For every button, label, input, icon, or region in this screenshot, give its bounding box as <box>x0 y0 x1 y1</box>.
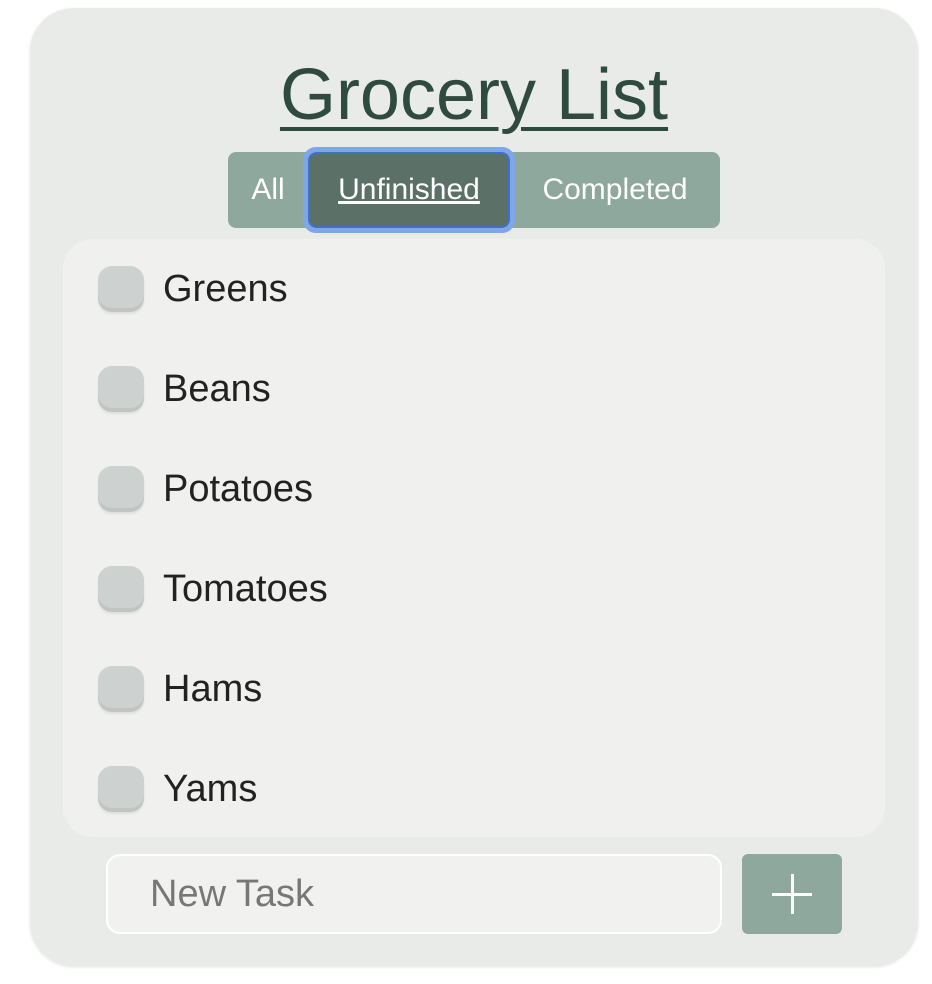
task-checkbox[interactable] <box>98 266 144 312</box>
task-checkbox[interactable] <box>98 666 144 712</box>
filter-tabs: All Unfinished Completed <box>228 147 720 233</box>
task-label: Beans <box>163 367 271 410</box>
list-item: Tomatoes <box>63 549 885 629</box>
task-label: Hams <box>163 667 263 710</box>
new-task-input[interactable] <box>106 854 722 934</box>
todo-card: Grocery List All Unfinished Completed Gr… <box>30 8 918 966</box>
filter-completed-button[interactable]: Completed <box>510 152 720 228</box>
task-label: Potatoes <box>163 467 313 510</box>
list-item: Potatoes <box>63 449 885 529</box>
task-checkbox[interactable] <box>98 566 144 612</box>
task-checkbox[interactable] <box>98 466 144 512</box>
page-title: Grocery List <box>279 55 669 135</box>
list-item: Yams <box>63 749 885 829</box>
task-label: Yams <box>163 767 258 810</box>
list-item: Greens <box>63 249 885 329</box>
task-label: Greens <box>163 267 288 310</box>
list-item: Hams <box>63 649 885 729</box>
filter-unfinished-button[interactable]: Unfinished <box>303 147 515 233</box>
task-list-panel: Greens Beans Potatoes Tomatoes Hams Yams <box>63 239 885 837</box>
list-item: Beans <box>63 349 885 429</box>
task-checkbox[interactable] <box>98 766 144 812</box>
task-label: Tomatoes <box>163 567 328 610</box>
add-task-button[interactable] <box>742 854 842 934</box>
filter-all-button[interactable]: All <box>228 152 308 228</box>
plus-icon <box>772 874 812 914</box>
task-checkbox[interactable] <box>98 366 144 412</box>
